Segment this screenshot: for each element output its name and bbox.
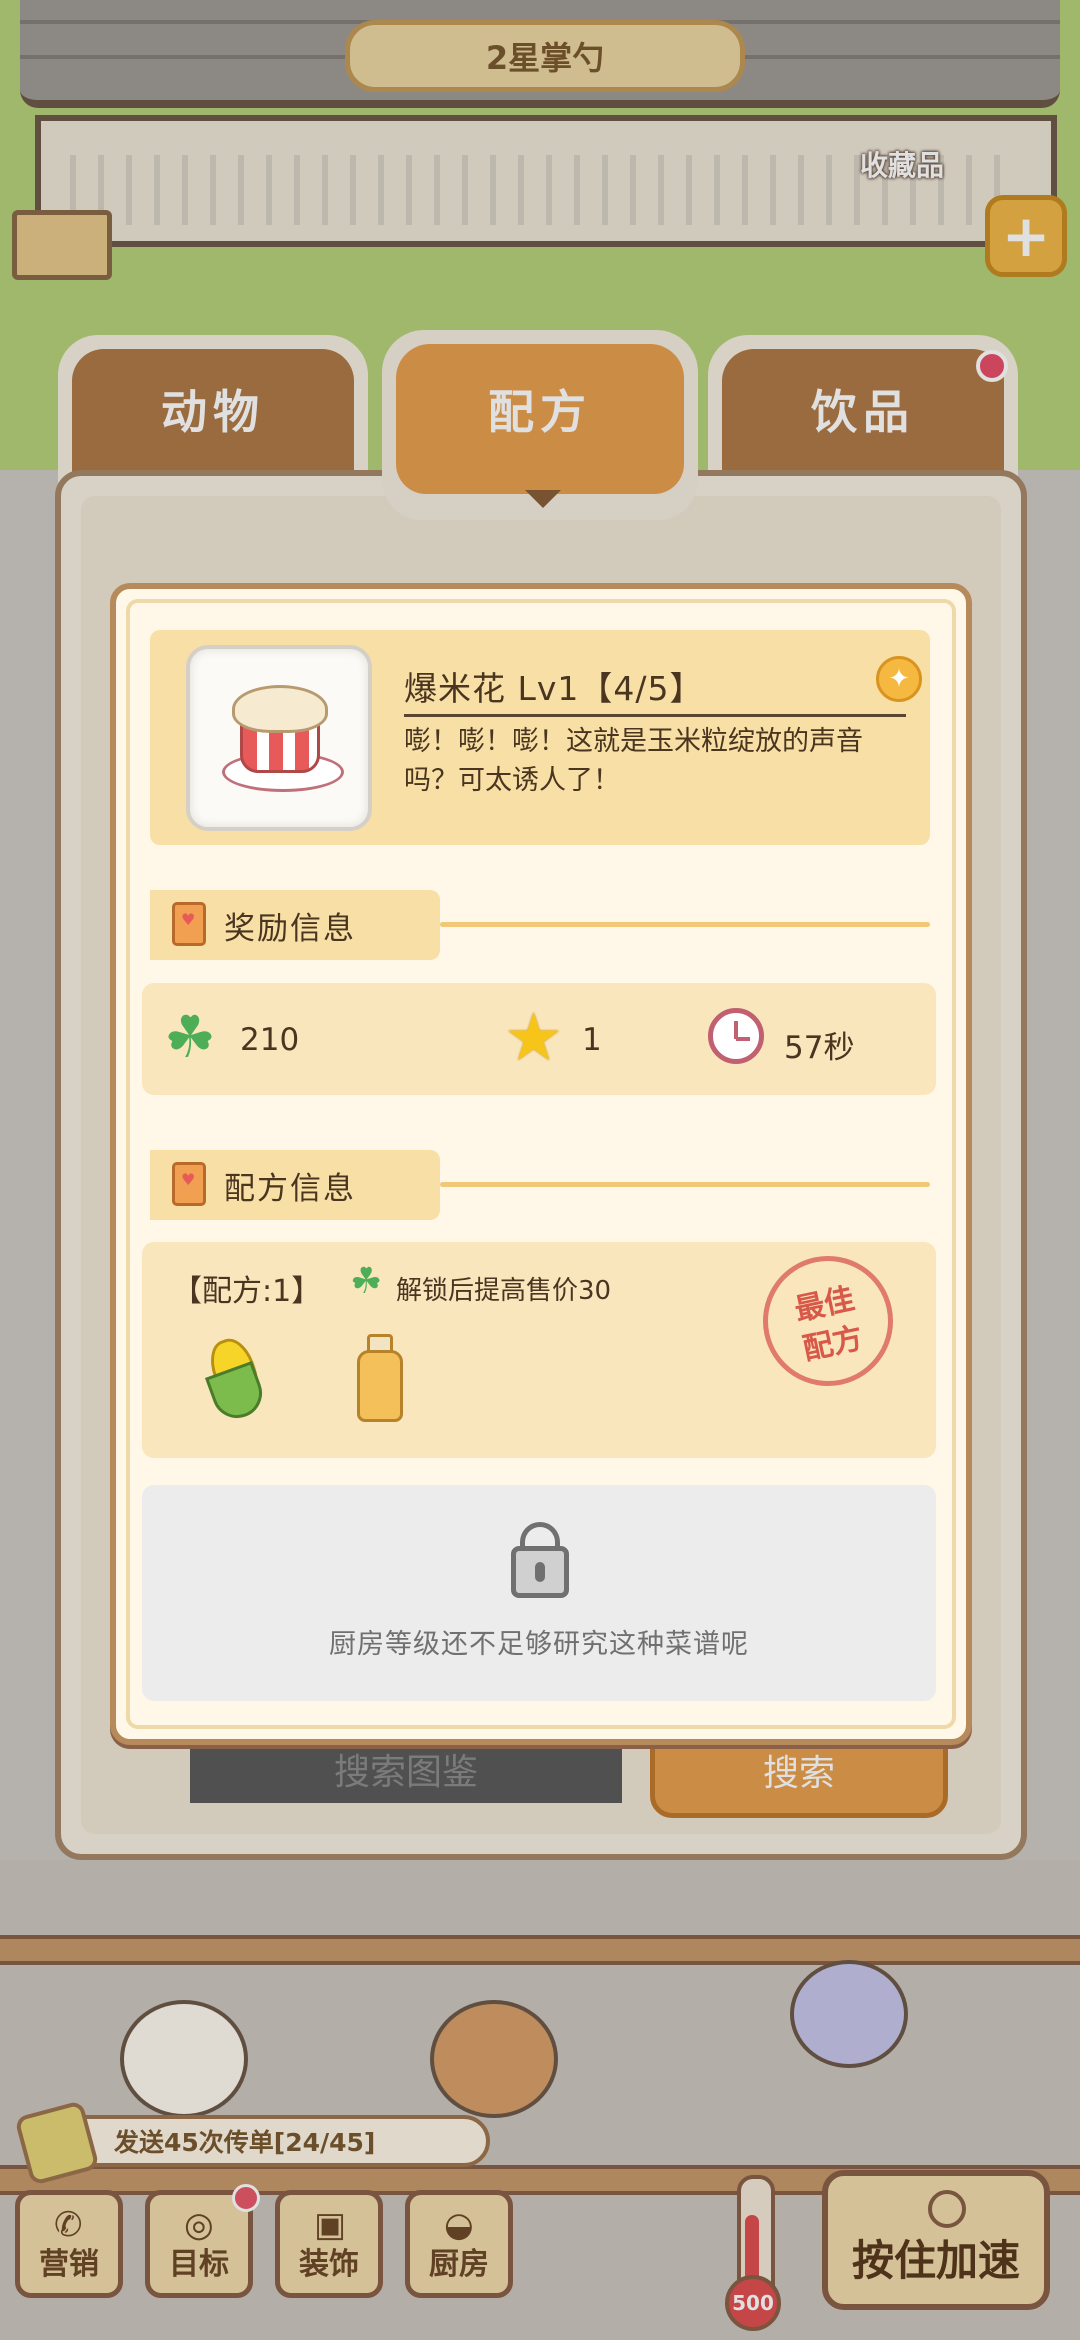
clover-icon: ☘: [350, 1261, 383, 1302]
clock-icon: [708, 1008, 764, 1064]
reward-section-title: 奖励信息: [224, 910, 356, 947]
dish-description: 嘭！嘭！嘭！这就是玉米粒绽放的声音吗？可太诱人了！: [404, 726, 863, 796]
recipe-section-title: 配方信息: [224, 1170, 356, 1207]
popcorn-kernels-icon: [232, 685, 328, 733]
title-divider: [404, 714, 906, 717]
dish-title: 爆米花 Lv1【4/5】: [404, 669, 704, 708]
oil-bottle-icon[interactable]: [357, 1350, 403, 1422]
recipe-unlock-bonus: 解锁后提高售价30: [396, 1276, 612, 1306]
book-icon: [172, 902, 206, 946]
lock-keyhole-icon: [535, 1562, 545, 1582]
clover-icon: ☘: [164, 1003, 216, 1071]
reward-section-rule: [440, 922, 930, 927]
reward-section-header: 奖励信息: [150, 890, 440, 960]
recipe-section-header: 配方信息: [150, 1150, 440, 1220]
lightbulb-hint-icon[interactable]: ✦: [876, 656, 922, 702]
star-reward-value: 1: [582, 1022, 602, 1058]
book-icon: [172, 1162, 206, 1206]
clover-reward-value: 210: [240, 1022, 300, 1058]
recipe-count: 【配方:1】: [172, 1274, 322, 1309]
star-icon: ★: [504, 999, 564, 1076]
cook-time-value: 57秒: [784, 1030, 855, 1066]
locked-message: 厨房等级还不足够研究这种菜谱呢: [329, 1629, 749, 1660]
recipe-section-rule: [440, 1182, 930, 1187]
